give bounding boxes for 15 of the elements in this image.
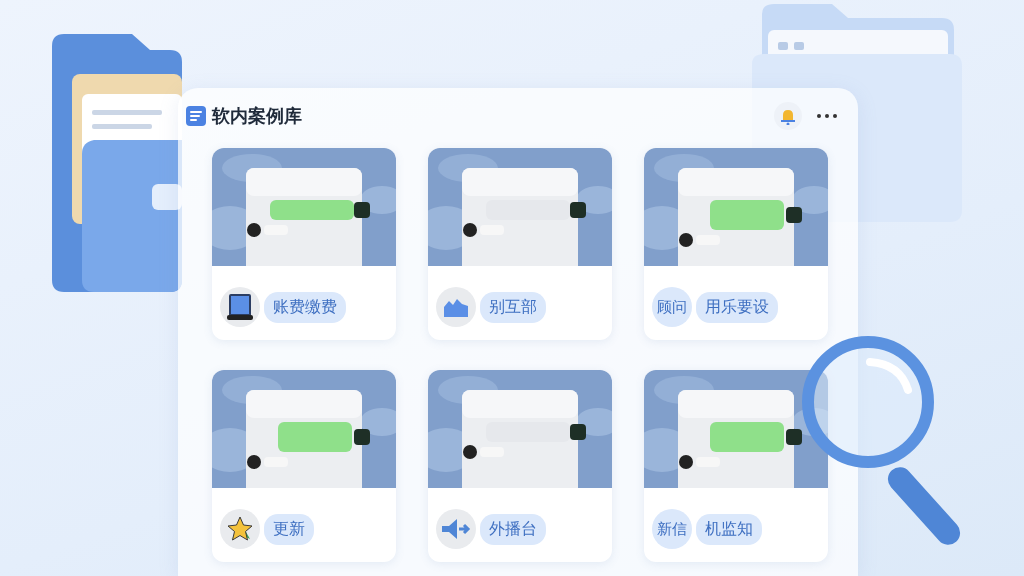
tag-chip[interactable]: 外播台 bbox=[480, 513, 546, 545]
category-badge: 新信 bbox=[652, 509, 692, 549]
tag-chip[interactable]: 账费缴费 bbox=[264, 291, 346, 323]
case-card[interactable]: 账费缴费 bbox=[212, 148, 396, 340]
tag-chip[interactable]: 更新 bbox=[264, 513, 314, 545]
case-card[interactable]: 别互部 bbox=[428, 148, 612, 340]
case-card[interactable]: 新信 机监知 bbox=[644, 370, 828, 562]
tag-chip[interactable]: 机监知 bbox=[696, 513, 762, 545]
window-title: 软内案例库 bbox=[212, 104, 303, 128]
tag-chip[interactable]: 别互部 bbox=[480, 291, 546, 323]
case-card[interactable]: 外播台 bbox=[428, 370, 612, 562]
case-card[interactable]: 更新 bbox=[212, 370, 396, 562]
category-badge: 顾问 bbox=[652, 287, 692, 327]
tag-chip[interactable]: 用乐要设 bbox=[696, 291, 778, 323]
case-card[interactable]: 顾问 用乐要设 bbox=[644, 148, 828, 340]
